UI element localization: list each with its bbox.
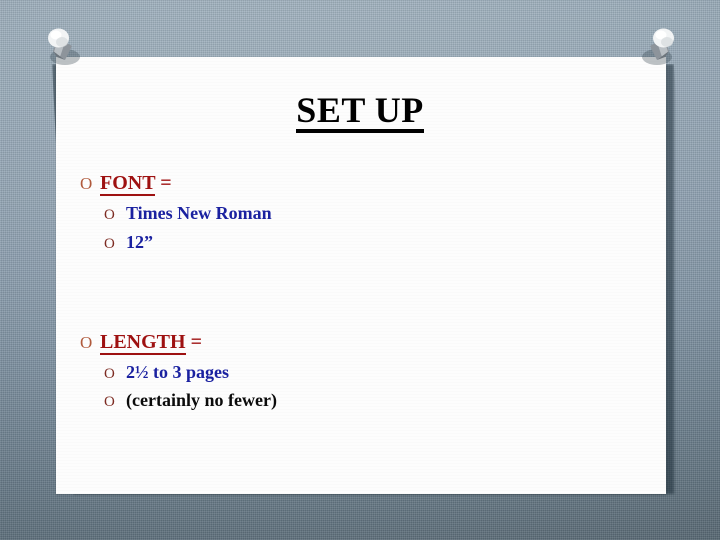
bullet-heading-suffix: = — [155, 172, 172, 194]
slide-content: SET UP O FONT = O Times New Roman O 12” — [0, 0, 720, 540]
page-title: SET UP — [0, 92, 720, 133]
list-item-label: 12” — [126, 231, 153, 252]
bullet-group-font: O FONT = O Times New Roman O 12” — [80, 172, 650, 253]
bullet-heading-length: O LENGTH = — [80, 330, 650, 355]
bullet-marker-icon: O — [104, 235, 115, 252]
sub-bullet-list-length: O 2½ to 3 pages O (certainly no fewer) — [104, 361, 650, 412]
bullet-marker-icon: O — [104, 207, 115, 223]
list-item: O 12” — [104, 231, 650, 253]
bullet-list: O FONT = O Times New Roman O 12” O LENGT… — [80, 172, 650, 411]
bullet-marker-icon: O — [104, 365, 115, 382]
bullet-marker-icon: O — [104, 394, 115, 411]
list-item: O Times New Roman — [104, 203, 650, 224]
bullet-group-length: O LENGTH = O 2½ to 3 pages O (certainly … — [80, 330, 650, 412]
bullet-marker-icon: O — [80, 332, 93, 352]
bullet-heading-label: FONT — [100, 172, 156, 196]
list-item-label: 2½ to 3 pages — [126, 361, 229, 382]
bullet-heading-suffix: = — [185, 330, 202, 353]
sub-bullet-list-font: O Times New Roman O 12” — [104, 203, 650, 253]
bullet-marker-icon: O — [80, 174, 93, 193]
list-item: O (certainly no fewer) — [104, 391, 650, 411]
slide-stage: SET UP O FONT = O Times New Roman O 12” — [0, 0, 720, 540]
list-item-label: Times New Roman — [126, 203, 272, 223]
bullet-heading-text: FONT = — [100, 172, 172, 196]
bullet-heading-label: LENGTH — [100, 330, 186, 355]
page-title-text: SET UP — [296, 92, 424, 133]
push-pin-icon-left — [48, 28, 80, 65]
bullet-heading-font: O FONT = — [80, 172, 650, 196]
push-pin-icon-right — [642, 28, 674, 65]
list-item-label: (certainly no fewer) — [126, 390, 277, 411]
list-item: O 2½ to 3 pages — [104, 361, 650, 383]
bullet-heading-text: LENGTH = — [100, 330, 202, 355]
